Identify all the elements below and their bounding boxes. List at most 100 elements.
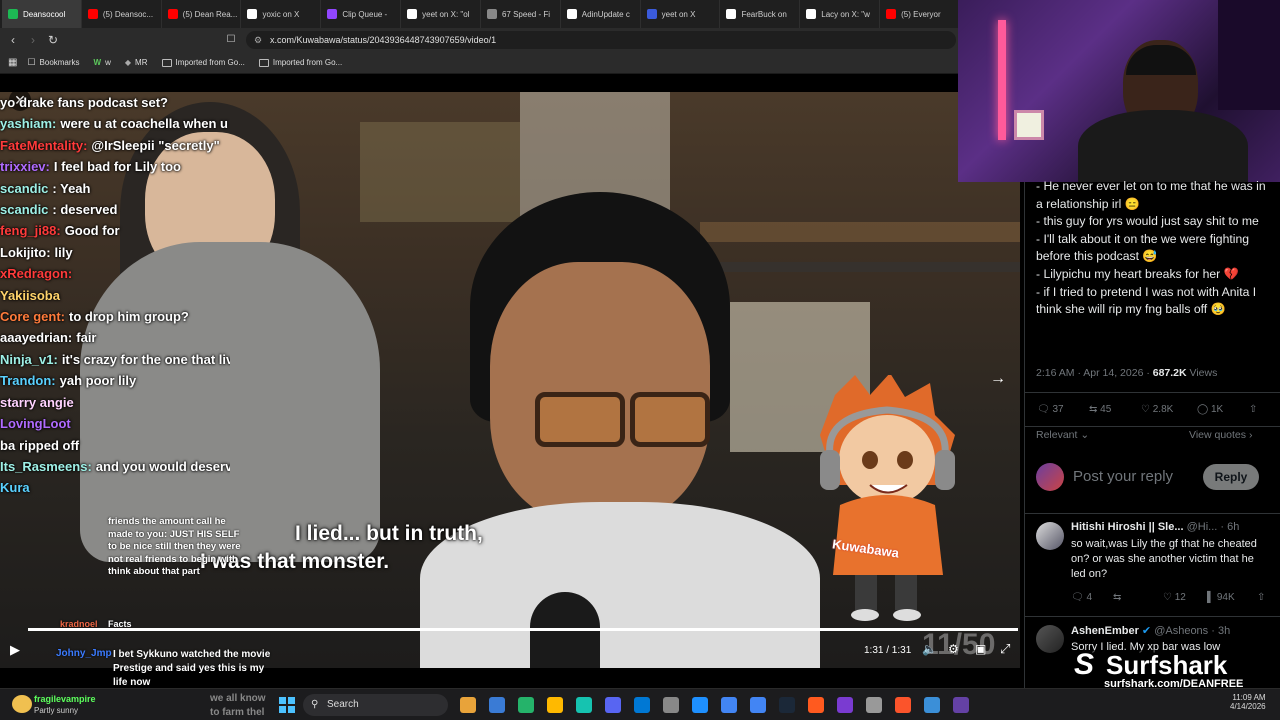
weather-text[interactable]: Partly sunny bbox=[34, 706, 78, 715]
bookmark-item[interactable]: ◆ MR bbox=[125, 58, 148, 67]
taskbar-app-icon[interactable] bbox=[547, 697, 563, 713]
chat-message: Ninja_v1: it's crazy for the one that liv… bbox=[0, 349, 230, 370]
browser-tab[interactable]: yeet on X: "ol bbox=[401, 0, 481, 28]
taskbar-app-icon[interactable] bbox=[576, 697, 592, 713]
chat-username[interactable]: Lokijito: bbox=[0, 245, 51, 260]
play-icon[interactable]: ▶ bbox=[10, 642, 20, 658]
bookmark-action[interactable]: ◯ 1K bbox=[1197, 404, 1223, 415]
taskbar-app-icon[interactable] bbox=[895, 697, 911, 713]
bookmark-item[interactable]: ☐ Bookmarks bbox=[27, 57, 79, 68]
browser-tab[interactable]: yeet on X bbox=[641, 0, 721, 28]
site-info-icon[interactable]: ⚙ bbox=[254, 31, 262, 49]
chat-message: yo drake fans podcast set? bbox=[0, 92, 230, 113]
taskbar-app-icon[interactable] bbox=[924, 697, 940, 713]
taskbar-app-icon[interactable] bbox=[663, 697, 679, 713]
reply-action[interactable]: 🗨 37 bbox=[1037, 404, 1064, 415]
taskbar-app-icon[interactable] bbox=[779, 697, 795, 713]
next-media-arrow-icon[interactable]: → bbox=[990, 370, 1006, 388]
fullscreen-icon[interactable]: ⤢ bbox=[1000, 641, 1010, 657]
taskbar-app-icon[interactable] bbox=[605, 697, 621, 713]
volume-icon[interactable]: 🔈 bbox=[922, 642, 937, 656]
taskbar-app-icon[interactable] bbox=[808, 697, 824, 713]
reply-input[interactable]: Post your reply bbox=[1073, 468, 1173, 485]
views-action[interactable]: ▌ 94K bbox=[1207, 592, 1235, 603]
chat-username[interactable]: Yakiisoba bbox=[0, 288, 60, 303]
chat-username[interactable]: trixxiev: bbox=[0, 159, 50, 174]
chat-username[interactable]: starry angie bbox=[0, 395, 74, 410]
browser-tab[interactable]: (5) Dean Rea... bbox=[162, 0, 242, 28]
avatar[interactable] bbox=[1036, 463, 1064, 491]
browser-tab[interactable]: FearBuck on bbox=[720, 0, 801, 28]
verified-badge-icon: ✔ bbox=[1141, 625, 1152, 637]
view-quotes-link[interactable]: View quotes › bbox=[1189, 429, 1252, 441]
sponsor-overlay: S Surfshark surfshark.com/DEANFREE bbox=[1068, 648, 1280, 690]
windows-start-icon[interactable] bbox=[279, 697, 295, 713]
apps-grid-icon[interactable]: ▦ bbox=[8, 57, 17, 68]
browser-tab[interactable]: AdinUpdate c bbox=[561, 0, 641, 28]
bookmark-folder[interactable]: Imported from Go... bbox=[258, 58, 342, 67]
chat-username[interactable]: Kura bbox=[0, 480, 30, 495]
chat-username[interactable]: LovingLoot bbox=[0, 416, 71, 431]
chat-username[interactable]: FateMentality: bbox=[0, 138, 87, 153]
share-icon[interactable]: ⇧ bbox=[1257, 592, 1265, 603]
avatar[interactable] bbox=[1036, 625, 1064, 653]
chat-username[interactable]: Trandon: bbox=[0, 373, 56, 388]
chat-username[interactable]: feng_ji88: bbox=[0, 223, 61, 238]
chat-username[interactable]: yashiam: bbox=[0, 116, 56, 131]
video-progress-bar[interactable] bbox=[28, 628, 1018, 631]
taskbar-search-input[interactable]: ⚲ Search bbox=[303, 694, 448, 716]
retweet-action[interactable]: ⇆ 45 bbox=[1089, 404, 1111, 415]
taskbar-app-icon[interactable] bbox=[750, 697, 766, 713]
taskbar-app-icon[interactable] bbox=[866, 697, 882, 713]
chat-username[interactable]: scandic bbox=[0, 181, 48, 196]
retweet-icon[interactable]: ⇆ bbox=[1113, 592, 1121, 603]
browser-tab[interactable]: Clip Queue - bbox=[321, 0, 402, 28]
bookmark-item[interactable]: Ww bbox=[94, 58, 111, 67]
taskbar-app-icon[interactable] bbox=[837, 697, 853, 713]
chat-username[interactable]: aaayedrian: bbox=[0, 330, 72, 345]
folder-icon bbox=[161, 58, 172, 67]
browser-tab[interactable]: (5) Deansoc... bbox=[82, 0, 162, 28]
browser-tab[interactable]: (5) Everyor bbox=[880, 0, 960, 28]
reply-button[interactable]: Reply bbox=[1203, 464, 1259, 490]
bar-chart-icon: ▌ bbox=[1207, 592, 1215, 603]
reply-author-name[interactable]: Hitishi Hiroshi || Sle... bbox=[1071, 521, 1184, 533]
chat-username[interactable]: Ninja_v1: bbox=[0, 352, 58, 367]
taskbar-app-icon[interactable] bbox=[460, 697, 476, 713]
browser-tab[interactable]: Deansocool bbox=[2, 0, 82, 28]
avatar[interactable] bbox=[1036, 522, 1064, 550]
taskbar-app-icon[interactable] bbox=[634, 697, 650, 713]
chat-username[interactable]: scandic bbox=[0, 202, 48, 217]
taskbar-app-icon[interactable] bbox=[721, 697, 737, 713]
chat-username[interactable]: Its_Rasmeens: bbox=[0, 459, 92, 474]
forward-icon[interactable]: › bbox=[26, 33, 40, 47]
reply-action[interactable]: 🗨 4 bbox=[1071, 592, 1092, 603]
taskbar-app-icon[interactable] bbox=[953, 697, 969, 713]
reply-author-name[interactable]: AshenEmber bbox=[1071, 625, 1139, 637]
search-icon: ⚲ bbox=[311, 699, 319, 710]
taskbar-clock[interactable]: 11:09 AM 4/14/2026 bbox=[1230, 693, 1266, 711]
pip-icon[interactable]: ▣ bbox=[975, 642, 986, 656]
taskbar-app-icon[interactable] bbox=[692, 697, 708, 713]
browser-tab[interactable]: yoxic on X bbox=[241, 0, 322, 28]
chat-username[interactable]: Core gent: bbox=[0, 309, 65, 324]
back-icon[interactable]: ‹ bbox=[6, 33, 20, 47]
like-action[interactable]: ♡ 12 bbox=[1163, 592, 1186, 603]
sort-dropdown[interactable]: Relevant ⌄ bbox=[1036, 429, 1089, 441]
taskbar-app-icon[interactable] bbox=[518, 697, 534, 713]
like-action[interactable]: ♡ 2.8K bbox=[1141, 404, 1173, 415]
share-icon[interactable]: ⇧ bbox=[1249, 404, 1257, 415]
chat-username[interactable]: xRedragon: bbox=[0, 266, 72, 281]
reply-tweet[interactable]: Hitishi Hiroshi || Sle... @Hi... · 6h so… bbox=[1025, 513, 1280, 623]
taskbar-app-icon[interactable] bbox=[489, 697, 505, 713]
bookmark-folder[interactable]: Imported from Go... bbox=[161, 58, 245, 67]
url-bar[interactable]: ⚙ x.com/Kuwabawa/status/2043936448743907… bbox=[246, 31, 956, 49]
tweet-timestamp[interactable]: 2:16 AM · Apr 14, 2026 bbox=[1036, 367, 1143, 379]
settings-icon[interactable]: ⚙ bbox=[948, 642, 959, 656]
browser-tab[interactable]: 67 Speed - Fi bbox=[481, 0, 561, 28]
browser-tab[interactable]: Lacy on X: "w bbox=[800, 0, 881, 28]
chat-username[interactable]: yo bbox=[0, 95, 15, 110]
reload-icon[interactable]: ↻ bbox=[46, 33, 60, 47]
bookmark-page-icon[interactable]: ☐ bbox=[224, 33, 238, 47]
chat-username[interactable]: ba bbox=[0, 438, 15, 453]
